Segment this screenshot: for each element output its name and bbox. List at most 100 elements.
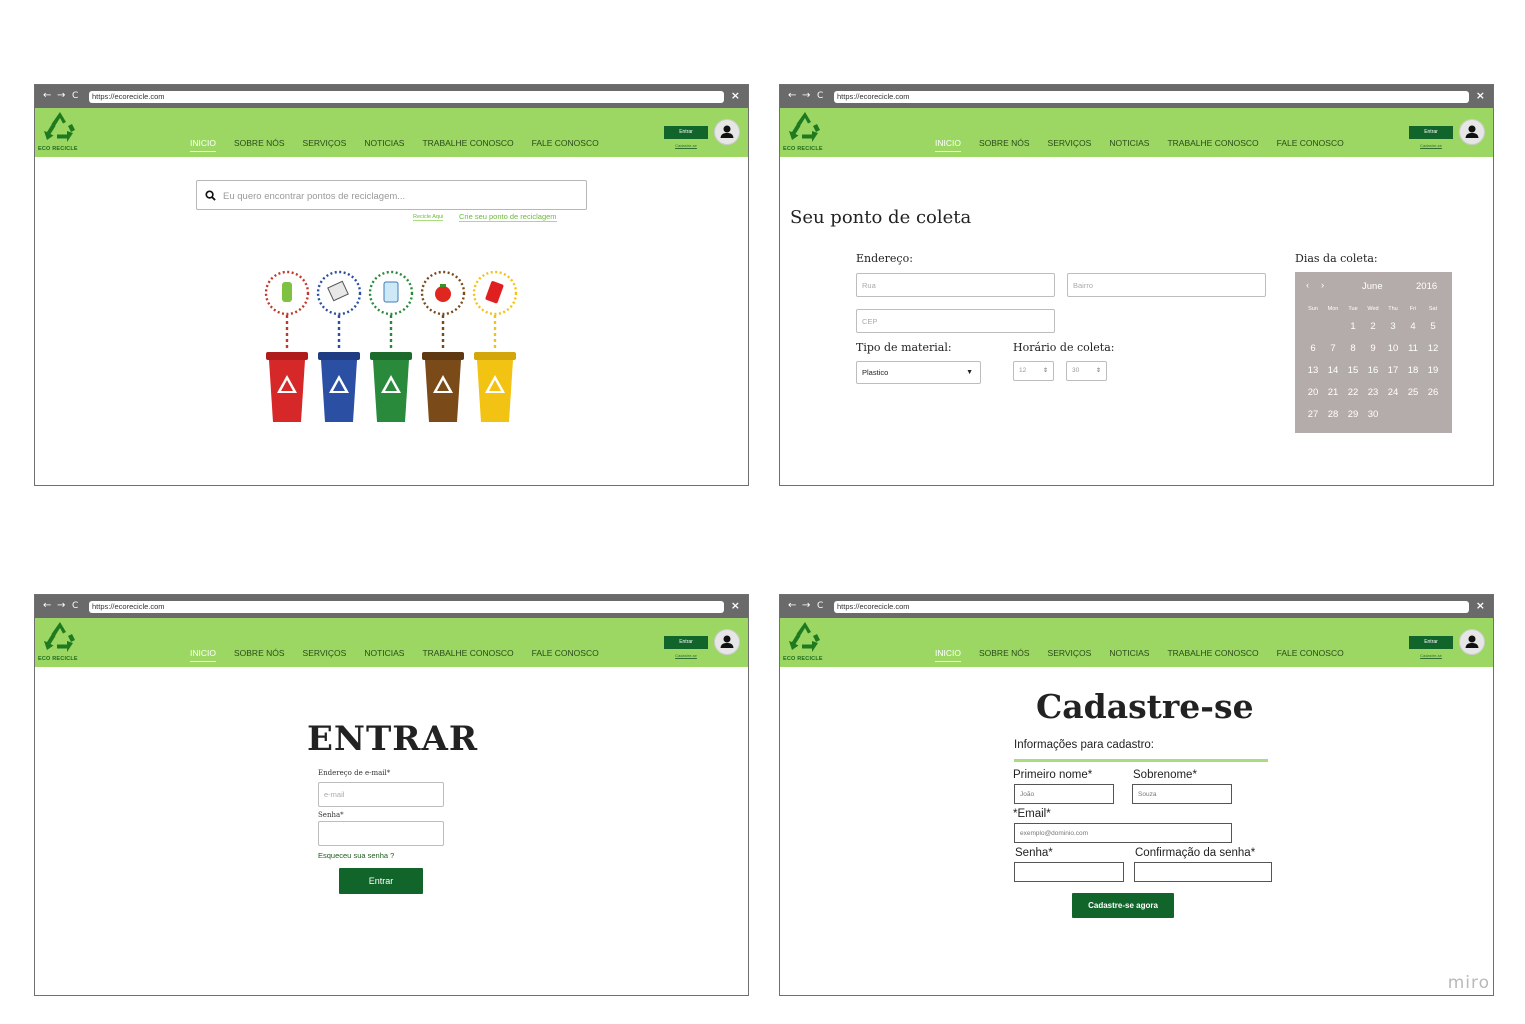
calendar-day[interactable]: 24 [1383, 382, 1403, 404]
menu-item-noticias[interactable]: NOTICIAS [1109, 648, 1149, 658]
search-input[interactable] [221, 186, 580, 206]
forward-arrow-icon[interactable]: → [802, 89, 810, 103]
calendar-day[interactable]: 13 [1303, 360, 1323, 382]
back-arrow-icon[interactable]: ← [788, 599, 796, 613]
password-field[interactable] [1014, 862, 1124, 882]
address-bar[interactable]: https://ecorecicle.com [89, 91, 724, 103]
menu-item-inicio[interactable]: INICIO [935, 648, 961, 662]
create-point-link[interactable]: Crie seu ponto de reciclagem [459, 212, 557, 222]
first-name-field[interactable] [1014, 784, 1114, 804]
menu-item-noticias[interactable]: NOTICIAS [364, 648, 404, 658]
logo[interactable]: ECO RECICLE [38, 111, 86, 155]
hour-stepper[interactable]: 12 ⇕ [1013, 361, 1054, 381]
calendar-day[interactable]: 2 [1363, 316, 1383, 338]
menu-item-inicio[interactable]: INICIO [190, 138, 216, 152]
forward-arrow-icon[interactable]: → [57, 599, 65, 613]
menu-item-fale-conosco[interactable]: FALE CONOSCO [532, 648, 599, 658]
menu-item-trabalhe-conosco[interactable]: TRABALHE CONOSCO [1167, 138, 1258, 148]
menu-item-inicio[interactable]: INICIO [935, 138, 961, 152]
menu-item-sobre-nos[interactable]: SOBRE NÓS [234, 648, 285, 658]
address-bar[interactable]: https://ecorecicle.com [834, 601, 1469, 613]
menu-item-trabalhe-conosco[interactable]: TRABALHE CONOSCO [422, 648, 513, 658]
forward-arrow-icon[interactable]: → [57, 89, 65, 103]
calendar-day[interactable]: 7 [1323, 338, 1343, 360]
header-login-button[interactable]: Entrar [1409, 126, 1453, 139]
menu-item-servicos[interactable]: SERVIÇOS [303, 138, 347, 148]
reload-icon[interactable]: C [72, 89, 78, 103]
menu-item-inicio[interactable]: INICIO [190, 648, 216, 662]
menu-item-fale-conosco[interactable]: FALE CONOSCO [532, 138, 599, 148]
signup-submit-button[interactable]: Cadastre-se agora [1072, 893, 1174, 918]
calendar-day[interactable]: 5 [1423, 316, 1443, 338]
close-icon[interactable]: × [731, 599, 740, 612]
zip-input[interactable] [856, 309, 1055, 333]
calendar-day[interactable]: 23 [1363, 382, 1383, 404]
calendar-day[interactable]: 19 [1423, 360, 1443, 382]
calendar-day[interactable]: 26 [1423, 382, 1443, 404]
calendar-day[interactable]: 9 [1363, 338, 1383, 360]
password-field[interactable] [318, 821, 444, 846]
calendar-day[interactable]: 18 [1403, 360, 1423, 382]
header-login-button[interactable]: Entrar [1409, 636, 1453, 649]
forgot-password-link[interactable]: Esqueceu sua senha ? [318, 851, 394, 860]
back-arrow-icon[interactable]: ← [788, 89, 796, 103]
close-icon[interactable]: × [1476, 89, 1485, 102]
calendar-day[interactable]: 14 [1323, 360, 1343, 382]
menu-item-servicos[interactable]: SERVIÇOS [303, 648, 347, 658]
confirm-password-field[interactable] [1134, 862, 1272, 882]
close-icon[interactable]: × [1476, 599, 1485, 612]
calendar-day[interactable]: 22 [1343, 382, 1363, 404]
menu-item-noticias[interactable]: NOTICIAS [364, 138, 404, 148]
header-login-button[interactable]: Entrar [664, 126, 708, 139]
calendar-day[interactable]: 6 [1303, 338, 1323, 360]
calendar-day[interactable]: 4 [1403, 316, 1423, 338]
avatar[interactable] [714, 629, 740, 655]
avatar[interactable] [714, 119, 740, 145]
logo[interactable]: ECO RECICLE [783, 111, 831, 155]
menu-item-servicos[interactable]: SERVIÇOS [1048, 648, 1092, 658]
calendar-day[interactable]: 12 [1423, 338, 1443, 360]
menu-item-trabalhe-conosco[interactable]: TRABALHE CONOSCO [422, 138, 513, 148]
calendar-day[interactable]: 15 [1343, 360, 1363, 382]
minute-stepper[interactable]: 30 ⇕ [1066, 361, 1107, 381]
material-select[interactable]: Plastico ▼ [856, 361, 981, 384]
calendar-day[interactable]: 3 [1383, 316, 1403, 338]
avatar[interactable] [1459, 629, 1485, 655]
calendar-day[interactable]: 21 [1323, 382, 1343, 404]
calendar-day[interactable]: 17 [1383, 360, 1403, 382]
recycle-here-link[interactable]: Recicle Aqui [413, 214, 444, 221]
menu-item-trabalhe-conosco[interactable]: TRABALHE CONOSCO [1167, 648, 1258, 658]
login-submit-button[interactable]: Entrar [339, 868, 423, 894]
calendar-day[interactable]: 1 [1343, 316, 1363, 338]
calendar-day[interactable]: 30 [1363, 404, 1383, 426]
menu-item-sobre-nos[interactable]: SOBRE NÓS [979, 138, 1030, 148]
menu-item-sobre-nos[interactable]: SOBRE NÓS [979, 648, 1030, 658]
calendar-day[interactable]: 11 [1403, 338, 1423, 360]
back-arrow-icon[interactable]: ← [43, 599, 51, 613]
reload-icon[interactable]: C [817, 89, 823, 103]
address-bar[interactable]: https://ecorecicle.com [834, 91, 1469, 103]
email-field[interactable] [318, 782, 444, 807]
chevron-left-icon[interactable]: ‹ [1306, 280, 1309, 291]
search-box[interactable] [196, 180, 587, 210]
logo[interactable]: ECO RECICLE [38, 621, 86, 665]
calendar-day[interactable]: 10 [1383, 338, 1403, 360]
menu-item-fale-conosco[interactable]: FALE CONOSCO [1277, 648, 1344, 658]
menu-item-fale-conosco[interactable]: FALE CONOSCO [1277, 138, 1344, 148]
address-bar[interactable]: https://ecorecicle.com [89, 601, 724, 613]
menu-item-servicos[interactable]: SERVIÇOS [1048, 138, 1092, 148]
close-icon[interactable]: × [731, 89, 740, 102]
avatar[interactable] [1459, 119, 1485, 145]
street-input[interactable] [856, 273, 1055, 297]
calendar-day[interactable]: 27 [1303, 404, 1323, 426]
header-register-link[interactable]: Cadastre-se [1409, 653, 1453, 658]
reload-icon[interactable]: C [817, 599, 823, 613]
email-field[interactable] [1014, 823, 1232, 843]
logo[interactable]: ECO RECICLE [783, 621, 831, 665]
district-input[interactable] [1067, 273, 1266, 297]
calendar-day[interactable]: 16 [1363, 360, 1383, 382]
calendar-day[interactable]: 20 [1303, 382, 1323, 404]
header-login-button[interactable]: Entrar [664, 636, 708, 649]
menu-item-sobre-nos[interactable]: SOBRE NÓS [234, 138, 285, 148]
back-arrow-icon[interactable]: ← [43, 89, 51, 103]
